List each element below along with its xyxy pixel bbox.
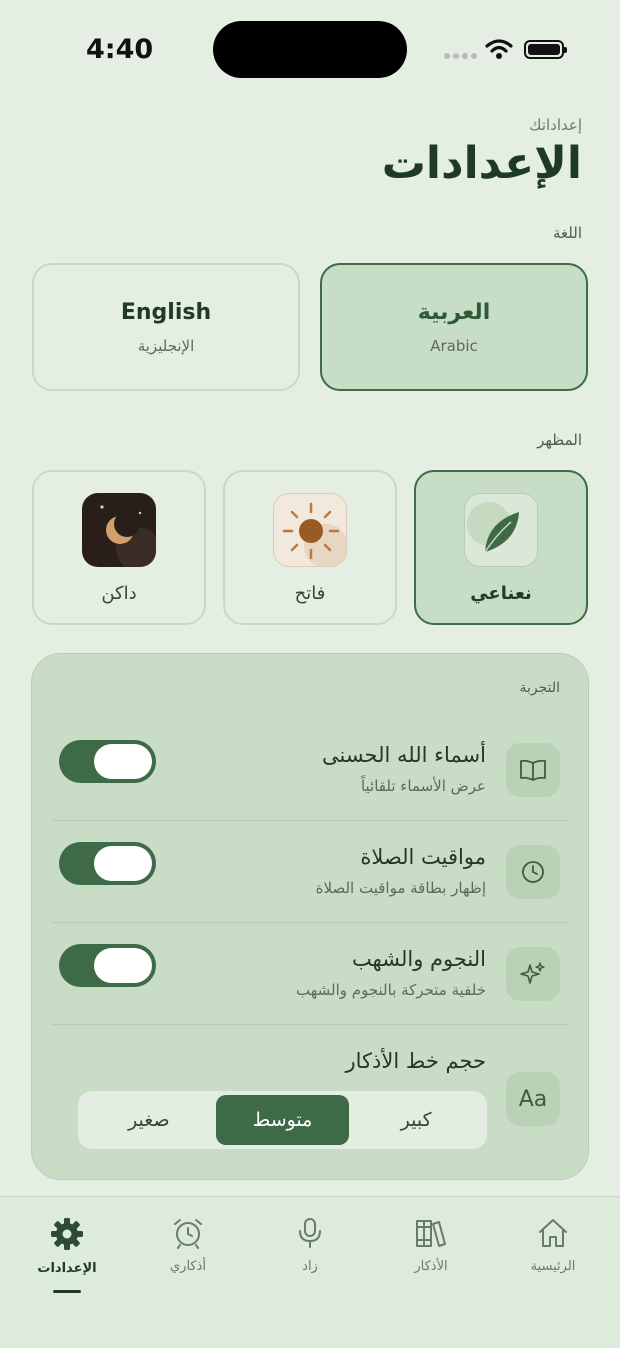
tab-zad[interactable]: زاد bbox=[260, 1217, 360, 1274]
language-option-sublabel: الإنجليزية bbox=[137, 336, 195, 355]
names-of-allah-title: أسماء الله الحسنى bbox=[321, 743, 486, 767]
stars-meteors-description: خلفية متحركة بالنجوم والشهب bbox=[296, 981, 486, 999]
language-option-sublabel: Arabic bbox=[430, 336, 478, 355]
tab-label: الأذكار bbox=[414, 1259, 448, 1274]
theme-option-mint[interactable]: نعناعي bbox=[414, 470, 588, 625]
tab-my-adhkar[interactable]: أذكاري bbox=[138, 1217, 238, 1274]
wifi-icon bbox=[485, 39, 513, 59]
names-of-allah-description: عرض الأسماء تلقائياً bbox=[360, 777, 486, 795]
language-option-english[interactable]: English الإنجليزية bbox=[32, 263, 300, 391]
tab-label: الرئيسية bbox=[530, 1259, 576, 1274]
tab-label: أذكاري bbox=[169, 1259, 206, 1274]
tab-adhkar[interactable]: الأذكار bbox=[381, 1217, 481, 1274]
home-icon bbox=[539, 1219, 567, 1247]
divider bbox=[52, 922, 569, 923]
tab-label: زاد bbox=[302, 1259, 318, 1274]
page-title: الإعدادات bbox=[381, 138, 582, 189]
font-size-icon: Aa bbox=[506, 1072, 560, 1126]
font-size-option-small[interactable]: صغير bbox=[82, 1095, 216, 1145]
font-size-option-medium[interactable]: متوسط bbox=[215, 1095, 350, 1145]
prayer-times-title: مواقيت الصلاة bbox=[360, 845, 486, 869]
font-size-option-large[interactable]: كبير bbox=[349, 1095, 483, 1145]
theme-option-label: داكن bbox=[101, 583, 137, 604]
moon-icon bbox=[82, 493, 156, 567]
theme-option-dark[interactable]: داكن bbox=[32, 470, 206, 625]
theme-option-label: نعناعي bbox=[470, 583, 532, 604]
appearance-section-label: المظهر bbox=[537, 431, 582, 449]
status-time: 4:40 bbox=[86, 34, 154, 65]
language-option-arabic[interactable]: العربية Arabic bbox=[320, 263, 588, 391]
sparkles-icon bbox=[506, 947, 560, 1001]
language-option-label: English bbox=[120, 299, 212, 325]
prayer-times-toggle[interactable] bbox=[59, 842, 156, 885]
theme-option-label: فاتح bbox=[294, 583, 326, 604]
microphone-icon bbox=[299, 1218, 321, 1248]
font-size-title: حجم خط الأذكار bbox=[345, 1049, 486, 1073]
language-option-label: العربية bbox=[417, 299, 491, 325]
page-subtitle: إعداداتك bbox=[529, 116, 582, 134]
book-icon bbox=[506, 743, 560, 797]
divider bbox=[52, 820, 569, 821]
battery-icon bbox=[524, 40, 567, 59]
cellular-signal-icon bbox=[444, 53, 477, 59]
alarm-clock-icon bbox=[174, 1219, 202, 1249]
gear-icon bbox=[51, 1218, 83, 1250]
sun-icon bbox=[273, 493, 347, 567]
prayer-times-description: إظهار بطاقة مواقيت الصلاة bbox=[315, 879, 486, 897]
names-of-allah-toggle[interactable] bbox=[59, 740, 156, 783]
language-section-label: اللغة bbox=[553, 224, 582, 242]
experience-section-label: التجربة bbox=[519, 680, 560, 696]
stars-meteors-title: النجوم والشهب bbox=[351, 947, 486, 971]
leaf-icon bbox=[464, 493, 538, 567]
active-tab-indicator bbox=[53, 1290, 81, 1293]
divider bbox=[52, 1024, 569, 1025]
tab-settings[interactable]: الإعدادات bbox=[17, 1217, 117, 1276]
tab-home[interactable]: الرئيسية bbox=[503, 1217, 603, 1274]
tab-label: الإعدادات bbox=[37, 1261, 97, 1276]
dynamic-island bbox=[213, 21, 407, 78]
font-size-segmented-control: صغير متوسط كبير bbox=[78, 1091, 487, 1149]
clock-icon bbox=[506, 845, 560, 899]
stars-meteors-toggle[interactable] bbox=[59, 944, 156, 987]
theme-option-light[interactable]: فاتح bbox=[223, 470, 397, 625]
books-icon bbox=[416, 1220, 446, 1247]
